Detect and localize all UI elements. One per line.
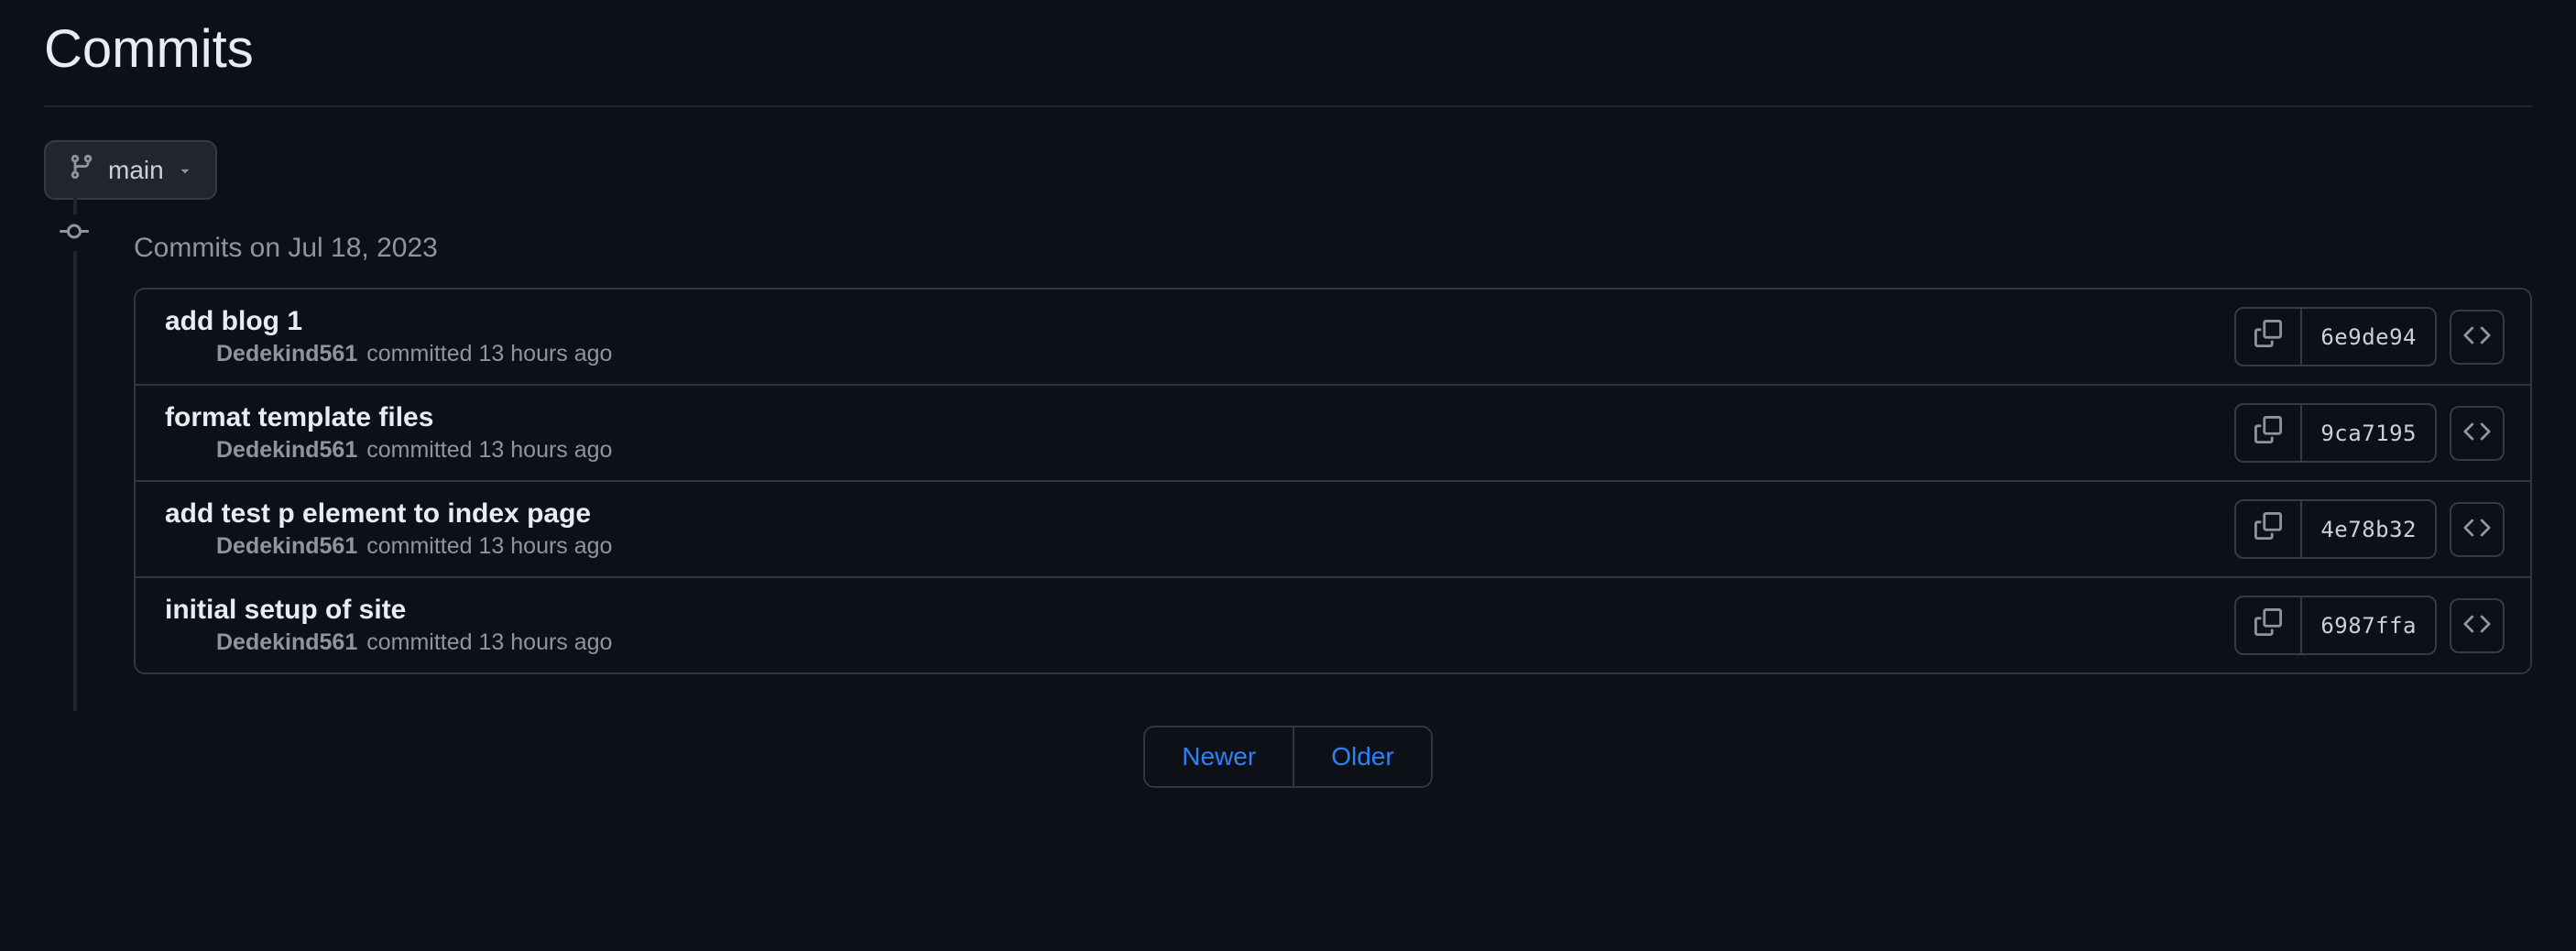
- triangle-down-icon: [177, 156, 193, 185]
- browse-repo-button[interactable]: [2450, 406, 2505, 461]
- commit-list: add blog 1 Dedekind561 committed 13 hour…: [134, 288, 2532, 674]
- commit-title-link[interactable]: format template files: [165, 402, 2234, 433]
- page-title: Commits: [44, 0, 2532, 107]
- commit-row: initial setup of site Dedekind561 commit…: [136, 578, 2530, 672]
- code-icon: [2463, 610, 2491, 640]
- commit-dot-icon: [57, 214, 92, 249]
- timeline-line: [73, 251, 77, 711]
- commit-title-link[interactable]: add test p element to index page: [165, 498, 2234, 530]
- copy-sha-button[interactable]: [2236, 501, 2302, 557]
- git-branch-icon: [68, 153, 95, 187]
- commit-group-date: Commits on Jul 18, 2023: [88, 233, 2532, 264]
- older-button[interactable]: Older: [1294, 727, 1430, 786]
- copy-icon: [2254, 416, 2282, 450]
- code-icon: [2463, 322, 2491, 352]
- timeline-line: [73, 192, 77, 214]
- copy-sha-button[interactable]: [2236, 309, 2302, 365]
- commit-row: add blog 1 Dedekind561 committed 13 hour…: [136, 290, 2530, 386]
- commit-author-link[interactable]: Dedekind561: [216, 629, 357, 656]
- pagination: Newer Older: [44, 726, 2532, 788]
- newer-button[interactable]: Newer: [1145, 727, 1294, 786]
- commit-time-text: committed 13 hours ago: [366, 341, 612, 367]
- commit-timeline: Commits on Jul 18, 2023 add blog 1 Dedek…: [44, 233, 2532, 674]
- copy-icon: [2254, 512, 2282, 546]
- browse-repo-button[interactable]: [2450, 502, 2505, 557]
- browse-repo-button[interactable]: [2450, 310, 2505, 365]
- copy-sha-button[interactable]: [2236, 405, 2302, 461]
- commit-sha-link[interactable]: 4e78b32: [2302, 501, 2435, 557]
- commit-title-link[interactable]: add blog 1: [165, 306, 2234, 337]
- commit-author-link[interactable]: Dedekind561: [216, 341, 357, 367]
- commit-sha-link[interactable]: 9ca7195: [2302, 405, 2435, 461]
- code-icon: [2463, 514, 2491, 544]
- copy-icon: [2254, 320, 2282, 354]
- commit-row: format template files Dedekind561 commit…: [136, 386, 2530, 482]
- commit-time-text: committed 13 hours ago: [366, 437, 612, 464]
- commit-time-text: committed 13 hours ago: [366, 629, 612, 656]
- commit-sha-link[interactable]: 6e9de94: [2302, 309, 2435, 365]
- commit-row: add test p element to index page Dedekin…: [136, 482, 2530, 578]
- copy-icon: [2254, 608, 2282, 642]
- code-icon: [2463, 418, 2491, 448]
- commit-sha-link[interactable]: 6987ffa: [2302, 597, 2435, 653]
- commit-author-link[interactable]: Dedekind561: [216, 437, 357, 464]
- commit-author-link[interactable]: Dedekind561: [216, 533, 357, 560]
- copy-sha-button[interactable]: [2236, 597, 2302, 653]
- browse-repo-button[interactable]: [2450, 598, 2505, 653]
- branch-name: main: [108, 156, 164, 185]
- branch-selector-button[interactable]: main: [44, 140, 217, 200]
- commit-time-text: committed 13 hours ago: [366, 533, 612, 560]
- commit-title-link[interactable]: initial setup of site: [165, 595, 2234, 626]
